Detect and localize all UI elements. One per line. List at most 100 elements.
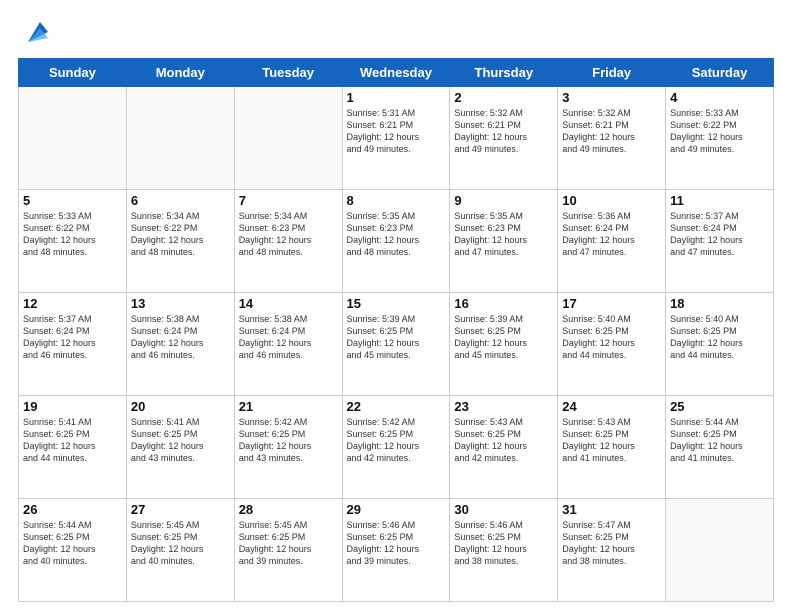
day-number: 2 <box>454 90 553 105</box>
day-info: Sunrise: 5:40 AM Sunset: 6:25 PM Dayligh… <box>562 313 661 362</box>
calendar-cell: 13 Sunrise: 5:38 AM Sunset: 6:24 PM Dayli… <box>126 293 234 396</box>
day-info: Sunrise: 5:35 AM Sunset: 6:23 PM Dayligh… <box>454 210 553 259</box>
weekday-header-thursday: Thursday <box>450 59 558 87</box>
calendar-cell: 15Sunrise: 5:39 AM Sunset: 6:25 PM Dayli… <box>342 293 450 396</box>
calendar-cell <box>126 87 234 190</box>
calendar-cell: 25 Sunrise: 5:44 AM Sunset: 6:25 PM Dayli… <box>666 396 774 499</box>
day-number: 21 <box>239 399 338 414</box>
day-info: Sunrise: 5:34 AM Sunset: 6:22 PM Dayligh… <box>131 210 230 259</box>
calendar-cell: 20 Sunrise: 5:41 AM Sunset: 6:25 PM Dayli… <box>126 396 234 499</box>
day-number: 19 <box>23 399 122 414</box>
calendar-cell: 16 Sunrise: 5:39 AM Sunset: 6:25 PM Dayli… <box>450 293 558 396</box>
calendar-cell: 24 Sunrise: 5:43 AM Sunset: 6:25 PM Dayli… <box>558 396 666 499</box>
header <box>18 18 774 46</box>
day-info: Sunrise: 5:38 AM Sunset: 6:24 PM Dayligh… <box>131 313 230 362</box>
calendar-cell: 14 Sunrise: 5:38 AM Sunset: 6:24 PM Dayli… <box>234 293 342 396</box>
calendar-cell: 5 Sunrise: 5:33 AM Sunset: 6:22 PM Daylig… <box>19 190 127 293</box>
calendar-cell: 18 Sunrise: 5:40 AM Sunset: 6:25 PM Dayli… <box>666 293 774 396</box>
day-info: Sunrise: 5:37 AM Sunset: 6:24 PM Dayligh… <box>670 210 769 259</box>
day-info: Sunrise: 5:43 AM Sunset: 6:25 PM Dayligh… <box>562 416 661 465</box>
day-info: Sunrise: 5:44 AM Sunset: 6:25 PM Dayligh… <box>670 416 769 465</box>
weekday-header-row: SundayMondayTuesdayWednesdayThursdayFrid… <box>19 59 774 87</box>
day-number: 7 <box>239 193 338 208</box>
weekday-header-friday: Friday <box>558 59 666 87</box>
calendar-cell <box>19 87 127 190</box>
day-number: 29 <box>347 502 446 517</box>
weekday-header-wednesday: Wednesday <box>342 59 450 87</box>
day-info: Sunrise: 5:36 AM Sunset: 6:24 PM Dayligh… <box>562 210 661 259</box>
day-info: Sunrise: 5:35 AM Sunset: 6:23 PM Dayligh… <box>347 210 446 259</box>
day-info: Sunrise: 5:32 AM Sunset: 6:21 PM Dayligh… <box>562 107 661 156</box>
calendar-cell: 21 Sunrise: 5:42 AM Sunset: 6:25 PM Dayli… <box>234 396 342 499</box>
week-row-1: 5 Sunrise: 5:33 AM Sunset: 6:22 PM Daylig… <box>19 190 774 293</box>
day-info: Sunrise: 5:40 AM Sunset: 6:25 PM Dayligh… <box>670 313 769 362</box>
day-number: 17 <box>562 296 661 311</box>
day-info: Sunrise: 5:41 AM Sunset: 6:25 PM Dayligh… <box>23 416 122 465</box>
day-number: 6 <box>131 193 230 208</box>
day-info: Sunrise: 5:45 AM Sunset: 6:25 PM Dayligh… <box>131 519 230 568</box>
calendar-cell: 23 Sunrise: 5:43 AM Sunset: 6:25 PM Dayli… <box>450 396 558 499</box>
calendar-cell: 17 Sunrise: 5:40 AM Sunset: 6:25 PM Dayli… <box>558 293 666 396</box>
day-info: Sunrise: 5:42 AM Sunset: 6:25 PM Dayligh… <box>347 416 446 465</box>
day-info: Sunrise: 5:33 AM Sunset: 6:22 PM Dayligh… <box>670 107 769 156</box>
day-info: Sunrise: 5:34 AM Sunset: 6:23 PM Dayligh… <box>239 210 338 259</box>
day-number: 13 <box>131 296 230 311</box>
calendar-cell: 8 Sunrise: 5:35 AM Sunset: 6:23 PM Daylig… <box>342 190 450 293</box>
day-number: 5 <box>23 193 122 208</box>
day-number: 16 <box>454 296 553 311</box>
calendar-cell: 30Sunrise: 5:46 AM Sunset: 6:25 PM Dayli… <box>450 499 558 602</box>
logo-icon <box>20 18 48 46</box>
calendar-cell: 19 Sunrise: 5:41 AM Sunset: 6:25 PM Dayli… <box>19 396 127 499</box>
day-number: 23 <box>454 399 553 414</box>
calendar-cell: 10 Sunrise: 5:36 AM Sunset: 6:24 PM Dayli… <box>558 190 666 293</box>
calendar-cell: 26Sunrise: 5:44 AM Sunset: 6:25 PM Dayli… <box>19 499 127 602</box>
day-info: Sunrise: 5:32 AM Sunset: 6:21 PM Dayligh… <box>454 107 553 156</box>
day-number: 22 <box>347 399 446 414</box>
logo <box>18 18 48 46</box>
day-info: Sunrise: 5:37 AM Sunset: 6:24 PM Dayligh… <box>23 313 122 362</box>
calendar-table: SundayMondayTuesdayWednesdayThursdayFrid… <box>18 58 774 602</box>
day-number: 27 <box>131 502 230 517</box>
day-info: Sunrise: 5:45 AM Sunset: 6:25 PM Dayligh… <box>239 519 338 568</box>
day-info: Sunrise: 5:46 AM Sunset: 6:25 PM Dayligh… <box>454 519 553 568</box>
day-info: Sunrise: 5:43 AM Sunset: 6:25 PM Dayligh… <box>454 416 553 465</box>
calendar-cell: 3 Sunrise: 5:32 AM Sunset: 6:21 PM Daylig… <box>558 87 666 190</box>
day-info: Sunrise: 5:38 AM Sunset: 6:24 PM Dayligh… <box>239 313 338 362</box>
day-info: Sunrise: 5:39 AM Sunset: 6:25 PM Dayligh… <box>454 313 553 362</box>
weekday-header-sunday: Sunday <box>19 59 127 87</box>
day-number: 12 <box>23 296 122 311</box>
week-row-2: 12 Sunrise: 5:37 AM Sunset: 6:24 PM Dayli… <box>19 293 774 396</box>
calendar-cell: 2 Sunrise: 5:32 AM Sunset: 6:21 PM Daylig… <box>450 87 558 190</box>
calendar-cell: 28 Sunrise: 5:45 AM Sunset: 6:25 PM Dayli… <box>234 499 342 602</box>
page: SundayMondayTuesdayWednesdayThursdayFrid… <box>0 0 792 612</box>
day-number: 25 <box>670 399 769 414</box>
day-number: 3 <box>562 90 661 105</box>
week-row-4: 26Sunrise: 5:44 AM Sunset: 6:25 PM Dayli… <box>19 499 774 602</box>
day-number: 10 <box>562 193 661 208</box>
day-info: Sunrise: 5:39 AM Sunset: 6:25 PM Dayligh… <box>347 313 446 362</box>
calendar-cell <box>666 499 774 602</box>
day-info: Sunrise: 5:33 AM Sunset: 6:22 PM Dayligh… <box>23 210 122 259</box>
day-number: 8 <box>347 193 446 208</box>
day-info: Sunrise: 5:42 AM Sunset: 6:25 PM Dayligh… <box>239 416 338 465</box>
weekday-header-tuesday: Tuesday <box>234 59 342 87</box>
day-info: Sunrise: 5:44 AM Sunset: 6:25 PM Dayligh… <box>23 519 122 568</box>
day-number: 18 <box>670 296 769 311</box>
day-number: 1 <box>347 90 446 105</box>
calendar-cell: 31 Sunrise: 5:47 AM Sunset: 6:25 PM Dayli… <box>558 499 666 602</box>
calendar-cell: 27 Sunrise: 5:45 AM Sunset: 6:25 PM Dayli… <box>126 499 234 602</box>
calendar-cell: 9 Sunrise: 5:35 AM Sunset: 6:23 PM Daylig… <box>450 190 558 293</box>
week-row-0: 1Sunrise: 5:31 AM Sunset: 6:21 PM Daylig… <box>19 87 774 190</box>
day-number: 24 <box>562 399 661 414</box>
calendar-cell: 29Sunrise: 5:46 AM Sunset: 6:25 PM Dayli… <box>342 499 450 602</box>
weekday-header-saturday: Saturday <box>666 59 774 87</box>
day-number: 20 <box>131 399 230 414</box>
day-info: Sunrise: 5:47 AM Sunset: 6:25 PM Dayligh… <box>562 519 661 568</box>
day-number: 31 <box>562 502 661 517</box>
day-info: Sunrise: 5:41 AM Sunset: 6:25 PM Dayligh… <box>131 416 230 465</box>
calendar-cell: 22 Sunrise: 5:42 AM Sunset: 6:25 PM Dayli… <box>342 396 450 499</box>
calendar-cell: 12 Sunrise: 5:37 AM Sunset: 6:24 PM Dayli… <box>19 293 127 396</box>
day-number: 14 <box>239 296 338 311</box>
day-number: 28 <box>239 502 338 517</box>
day-number: 9 <box>454 193 553 208</box>
